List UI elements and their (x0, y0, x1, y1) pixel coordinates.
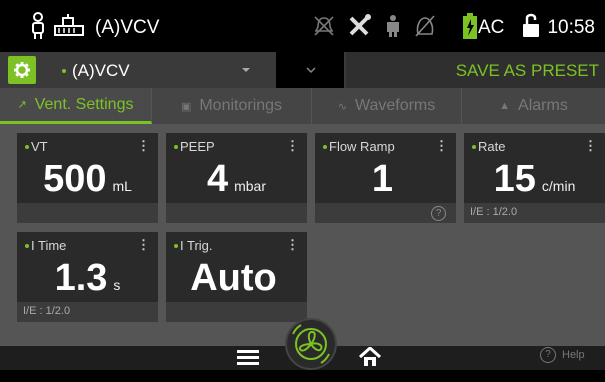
home-icon[interactable] (359, 347, 381, 367)
setting-label: Rate (478, 139, 506, 154)
waveform-icon: ∿ (337, 100, 347, 113)
mode-dropdown-value: (A)VCV (72, 61, 130, 80)
chevron-down-icon (306, 67, 316, 74)
more-options-icon[interactable]: ⋮ (435, 138, 448, 154)
setting-tile-rate[interactable]: Rate ⋮ 15 c/min I/E : 1/2.0 (464, 133, 605, 223)
mode-dropdown[interactable]: (A)VCV (44, 52, 274, 88)
setting-label: I Trig. (180, 238, 213, 253)
save-as-preset-button[interactable]: SAVE AS PRESET (346, 52, 605, 88)
wrench-icon: ↗ (17, 99, 27, 111)
alarm-silence-icon[interactable] (313, 15, 335, 37)
tab-waveforms[interactable]: ∿ Waveforms (312, 88, 462, 124)
status-mode: (A)VCV (95, 17, 160, 38)
ventilation-start-button[interactable] (285, 318, 337, 370)
tools-icon[interactable] (347, 14, 373, 38)
caret-down-icon (242, 68, 250, 72)
setting-label: VT (31, 139, 48, 154)
battery-charging-icon (463, 13, 477, 39)
help-icon[interactable]: ? (431, 206, 446, 221)
lungs-icon[interactable] (383, 14, 403, 38)
setting-tile-i-trig[interactable]: I Trig. ⋮ Auto (166, 232, 307, 322)
active-indicator (25, 145, 29, 149)
lock-open-icon[interactable] (523, 12, 539, 38)
clock: 10:58 (547, 17, 595, 38)
tab-label: Monitorings (199, 97, 283, 114)
mode-indicator-dot (62, 69, 66, 73)
more-options-icon[interactable]: ⋮ (584, 138, 597, 154)
fan-icon (292, 324, 330, 364)
o2-sensor-icon[interactable] (414, 14, 436, 38)
setting-value: 500 mL (43, 158, 132, 200)
circuit-icon (54, 14, 84, 36)
active-indicator (174, 244, 178, 248)
tab-bar: ↗ Vent. Settings ▣ Monitorings ∿ Wavefor… (0, 88, 605, 124)
more-options-icon[interactable]: ⋮ (137, 237, 150, 253)
setting-footer (166, 302, 307, 322)
help-button[interactable]: ? Help (540, 347, 585, 363)
setting-footer: I/E : 1/2.0 (464, 203, 605, 223)
settings-panel: VT ⋮ 500 mL PEEP ⋮ 4 mbar Flow Ramp ⋮ 1 ? … (0, 124, 605, 346)
more-options-icon[interactable]: ⋮ (286, 138, 299, 154)
patient-icon (32, 12, 44, 39)
bell-icon: ▲ (499, 100, 511, 112)
active-indicator (25, 244, 29, 248)
setting-footer (166, 203, 307, 223)
setting-value: 1.3 s (54, 257, 121, 299)
setting-tile-i-time[interactable]: I Time ⋮ 1.3 s I/E : 1/2.0 (17, 232, 158, 322)
secondary-dropdown[interactable] (276, 52, 344, 88)
tab-label: Vent. Settings (34, 95, 134, 113)
setting-footer: I/E : 1/2.0 (17, 302, 158, 322)
setting-value: Auto (190, 257, 277, 299)
setting-value: 1 (371, 158, 394, 200)
save-as-preset-label: SAVE AS PRESET (455, 61, 599, 80)
tab-vent-settings[interactable]: ↗ Vent. Settings (0, 88, 152, 124)
active-indicator (174, 145, 178, 149)
tab-label: Alarms (518, 97, 568, 114)
setting-value: 4 mbar (206, 158, 267, 200)
more-options-icon[interactable]: ⋮ (286, 237, 299, 253)
active-indicator (323, 145, 327, 149)
menu-icon[interactable] (237, 349, 259, 367)
active-indicator (472, 145, 476, 149)
setting-footer (17, 203, 158, 223)
status-bar: (A)VCV AC 10:58 (0, 0, 605, 52)
power-source-label: AC (478, 17, 505, 38)
setting-tile-peep[interactable]: PEEP ⋮ 4 mbar (166, 133, 307, 223)
setting-label: PEEP (180, 139, 215, 154)
monitor-icon: ▣ (180, 100, 192, 113)
help-label: Help (562, 349, 585, 361)
gear-icon (14, 62, 30, 78)
bottom-strip (0, 370, 605, 382)
more-options-icon[interactable]: ⋮ (137, 138, 150, 154)
settings-button[interactable] (8, 56, 36, 84)
setting-tile-flow-ramp[interactable]: Flow Ramp ⋮ 1 ? (315, 133, 456, 223)
help-icon: ? (540, 347, 556, 363)
setting-tile-vt[interactable]: VT ⋮ 500 mL (17, 133, 158, 223)
setting-value: 15 c/min (493, 158, 576, 200)
tab-alarms[interactable]: ▲ Alarms (462, 88, 605, 124)
setting-label: I Time (31, 238, 67, 253)
tab-label: Waveforms (354, 97, 436, 114)
tab-monitorings[interactable]: ▣ Monitorings (152, 88, 312, 124)
setting-label: Flow Ramp (329, 139, 395, 154)
